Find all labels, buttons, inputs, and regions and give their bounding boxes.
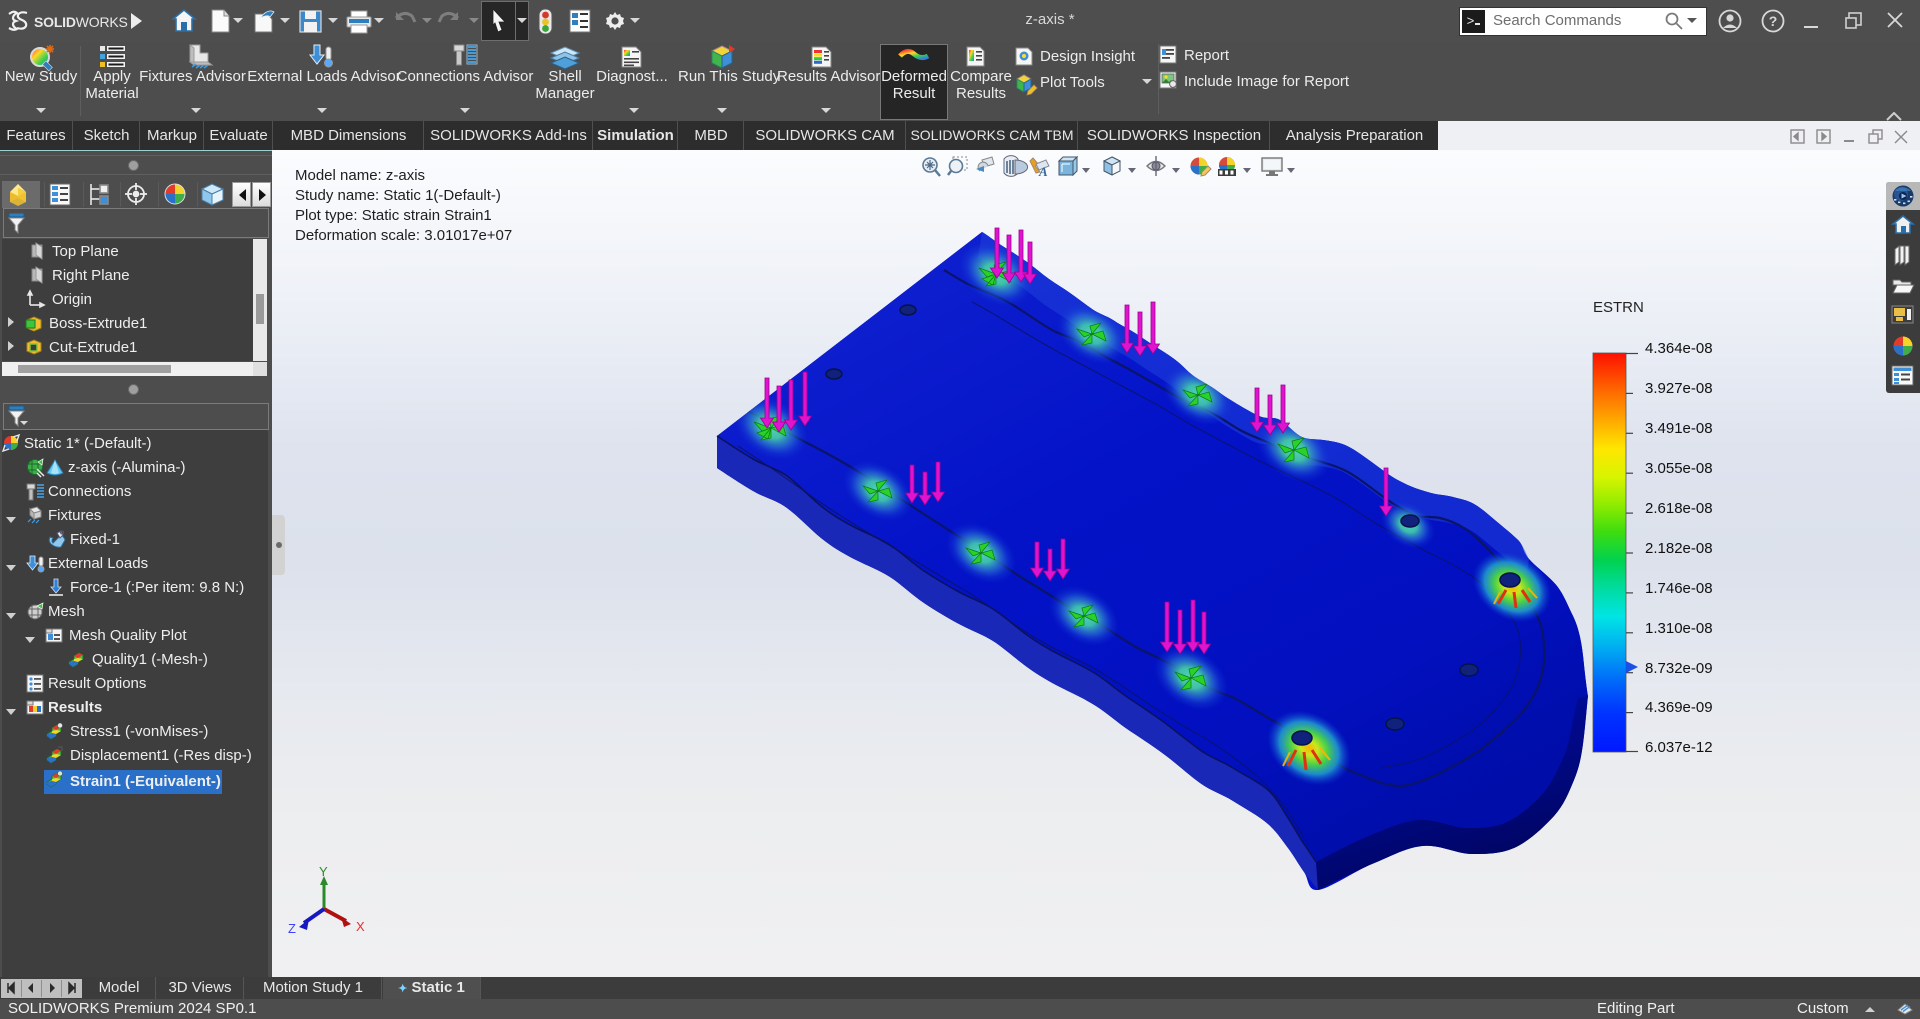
svg-text:3.927e-08: 3.927e-08 — [1645, 380, 1713, 397]
svg-text:Z: Z — [288, 921, 296, 936]
svg-text:3.491e-08: 3.491e-08 — [1645, 420, 1713, 437]
svg-text:8.732e-09: 8.732e-09 — [1645, 660, 1713, 677]
svg-text:A: A — [1038, 164, 1048, 179]
svg-text:6.037e-12: 6.037e-12 — [1645, 739, 1713, 756]
svg-text:4.364e-08: 4.364e-08 — [1645, 340, 1713, 357]
svg-text:1.310e-08: 1.310e-08 — [1645, 620, 1713, 637]
svg-text:4.369e-09: 4.369e-09 — [1645, 699, 1713, 716]
svg-text:2.618e-08: 2.618e-08 — [1645, 500, 1713, 517]
svg-text:Y: Y — [319, 864, 328, 879]
svg-text:2.182e-08: 2.182e-08 — [1645, 540, 1713, 557]
svg-text:3.055e-08: 3.055e-08 — [1645, 460, 1713, 477]
svg-text:ESTRN: ESTRN — [1593, 299, 1644, 316]
svg-text:X: X — [356, 919, 365, 934]
svg-text:1.746e-08: 1.746e-08 — [1645, 580, 1713, 597]
svg-text:?: ? — [1769, 13, 1778, 29]
